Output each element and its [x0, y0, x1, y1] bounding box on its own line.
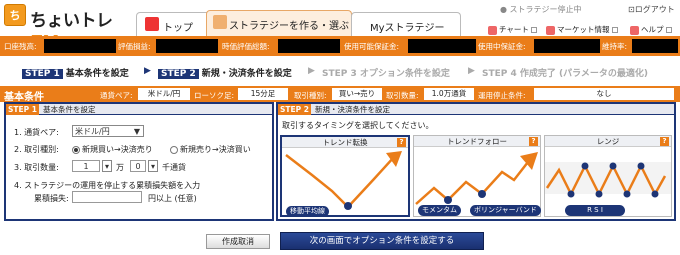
- dropdown-arrow-icon: ▼: [133, 127, 140, 136]
- step1-title: STEP 1 基本条件を設定: [6, 104, 272, 115]
- used-margin-label: 使用中保証金:: [478, 42, 526, 51]
- pair-label: 1. 通貨ペア:: [14, 128, 59, 137]
- quantity-sen-input[interactable]: 0: [130, 160, 146, 172]
- card-title: トレンド転換: [282, 137, 408, 148]
- tag-momentum: モメンタム: [418, 205, 461, 216]
- help-icon[interactable]: ?: [660, 137, 669, 146]
- sen-unit: 千通貨: [162, 163, 186, 172]
- nav-tab-create-strategy-label: ストラテジーを作る・選ぶ: [229, 21, 349, 32]
- nav-tab-my-strategy[interactable]: Myストラテジー: [351, 12, 461, 36]
- available-margin-label: 使用可能保証金:: [344, 42, 400, 51]
- strategy-stop-status: ● ストラテジー停止中: [500, 5, 582, 14]
- currency-pair-select[interactable]: 米ドル/円 ▼: [72, 125, 144, 137]
- balance-value-redacted: [44, 39, 116, 53]
- radio-icon: [170, 145, 178, 154]
- maintenance-rate-label: 維持率:: [602, 42, 628, 51]
- summary-candle-value: 15分足: [238, 88, 288, 100]
- popup-icon: [611, 27, 618, 33]
- logo: ち ちょいトレFX: [4, 4, 134, 55]
- pl-label: 評価損益:: [118, 42, 151, 51]
- summary-type-value: 買い→売り: [332, 88, 382, 100]
- maintenance-rate-value-redacted: [632, 39, 678, 53]
- tag-rsi: R S I: [565, 205, 625, 216]
- home-icon: [145, 17, 159, 31]
- cumulative-loss-input[interactable]: [72, 191, 142, 203]
- summary-candle-label: ローソク足:: [194, 91, 235, 100]
- help-link[interactable]: ヘルプ: [630, 24, 672, 35]
- loss-unit: 円以上 (任意): [148, 194, 197, 203]
- summary-qty-label: 取引数量:: [386, 91, 419, 100]
- nav-tab-top-label: トップ: [163, 23, 193, 34]
- radio-buy-sell[interactable]: 新規買い→決済売り: [72, 144, 153, 155]
- timing-instruction: 取引するタイミングを選択してください。: [282, 121, 434, 130]
- summary-stop-value: なし: [534, 88, 674, 100]
- radio-icon: [72, 145, 80, 154]
- strategy-icon: [213, 15, 227, 29]
- account-summary-bar: 口座残高: 評価損益: 時価評価総額: 使用可能保証金: 使用中保証金: 維持率…: [0, 36, 680, 56]
- quantity-man-spinner[interactable]: ▾: [102, 160, 112, 172]
- cumulative-loss-label: 累積損失:: [34, 194, 69, 203]
- valuation-value-redacted: [278, 39, 340, 53]
- available-margin-value-redacted: [408, 39, 476, 53]
- strategy-card-range[interactable]: レンジ ? R S I: [544, 135, 672, 217]
- popup-icon: [665, 27, 672, 33]
- popup-icon: [530, 27, 537, 33]
- market-icon: [546, 25, 555, 35]
- step-4: STEP 4 作成完了 (パラメータの最適化): [482, 69, 648, 79]
- pl-value-redacted: [156, 39, 218, 53]
- step-1: STEP 1 基本条件を設定: [22, 66, 129, 79]
- summary-type-label: 取引種別:: [294, 91, 327, 100]
- step-arrow-icon: ▶: [144, 66, 151, 76]
- strategy-card-trend-reversal[interactable]: トレンド転換 ? 移動平均線: [280, 135, 410, 217]
- summary-qty-value: 1.0万通貨: [424, 88, 474, 100]
- help-icon[interactable]: ?: [529, 137, 538, 146]
- step-progress: STEP 1 基本条件を設定 ▶ STEP 2 新規・決済条件を設定 ▶ STEP …: [0, 64, 680, 80]
- quantity-sen-spinner[interactable]: ▾: [148, 160, 158, 172]
- nav-tab-top[interactable]: トップ: [136, 12, 214, 36]
- nav-tab-create-strategy[interactable]: ストラテジーを作る・選ぶ: [206, 10, 352, 36]
- nav-tab-my-strategy-label: Myストラテジー: [370, 23, 445, 34]
- quantity-label: 3. 取引数量:: [14, 163, 59, 172]
- step-arrow-icon: ▶: [468, 66, 475, 76]
- quantity-man-input[interactable]: 1: [72, 160, 100, 172]
- tag-bollinger-band: ボリンジャーバンド: [470, 205, 541, 216]
- balance-label: 口座残高:: [4, 42, 37, 51]
- market-info-link[interactable]: マーケット情報: [546, 24, 618, 35]
- radio-sell-buy[interactable]: 新規売り→決済買い: [170, 144, 251, 155]
- chart-link[interactable]: チャート: [488, 24, 537, 35]
- summary-stop-label: 運用停止条件:: [478, 91, 526, 100]
- trade-type-label: 2. 取引種別:: [14, 145, 59, 154]
- tag-moving-average: 移動平均線: [286, 206, 329, 217]
- step-2: STEP 2 新規・決済条件を設定: [158, 66, 292, 79]
- card-title: レンジ: [545, 136, 671, 147]
- cancel-creation-button[interactable]: 作成取消: [206, 234, 270, 249]
- summary-pair-value: 米ドル/円: [138, 88, 190, 100]
- valuation-label: 時価評価総額:: [222, 42, 270, 51]
- man-unit: 万: [116, 163, 124, 172]
- logout-link[interactable]: ⊡ログアウト: [628, 4, 675, 15]
- summary-title: 基本条件: [4, 92, 44, 103]
- help-icon: [630, 25, 639, 35]
- chart-icon: [488, 25, 497, 35]
- step-3: STEP 3 オプション条件を設定: [322, 69, 450, 79]
- logo-mark: ち: [4, 4, 26, 26]
- stop-loss-label: 4. ストラテジーの運用を停止する累積損失額を入力: [14, 181, 201, 190]
- help-icon[interactable]: ?: [397, 138, 406, 147]
- next-option-conditions-button[interactable]: 次の画面でオプション条件を設定する: [280, 232, 484, 250]
- step2-title: STEP 2 新規・決済条件を設定: [278, 104, 674, 115]
- used-margin-value-redacted: [534, 39, 600, 53]
- card-title: トレンドフォロー: [414, 136, 540, 147]
- summary-pair-label: 通貨ペア:: [100, 91, 133, 100]
- strategy-card-trend-follow[interactable]: トレンドフォロー ? モメンタム ボリンジャーバンド: [413, 135, 541, 217]
- step-arrow-icon: ▶: [308, 66, 315, 76]
- basic-conditions-summary: 基本条件 通貨ペア: 米ドル/円 ローソク足: 15分足 取引種別: 買い→売り…: [0, 86, 680, 103]
